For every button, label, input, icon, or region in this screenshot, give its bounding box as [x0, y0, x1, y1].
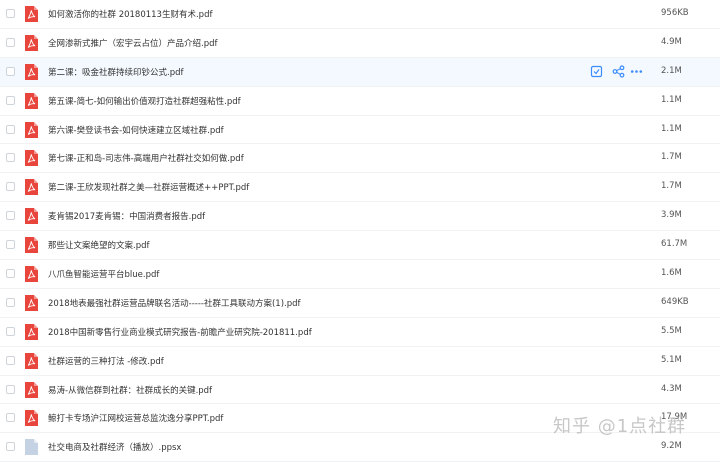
file-name[interactable]: 鲸打卡专场沪江网校运营总监沈逸分享PPT.pdf	[48, 412, 223, 424]
share-icon[interactable]	[612, 65, 625, 78]
row-checkbox[interactable]	[6, 269, 15, 279]
pdf-file-icon	[25, 266, 38, 283]
document-file-icon	[25, 439, 38, 456]
row-checkbox[interactable]	[6, 297, 15, 307]
file-row[interactable]: 那些让文案绝望的文案.pdf 61.7M	[0, 231, 720, 261]
file-row[interactable]: 第七课-正和岛-司志伟-高端用户社群社交如何做.pdf 1.7M	[0, 144, 720, 174]
file-size: 1.1M	[661, 123, 682, 134]
row-checkbox[interactable]	[6, 355, 15, 365]
file-name[interactable]: 社群运营的三种打法 -修改.pdf	[48, 355, 164, 367]
pdf-file-icon	[25, 34, 38, 51]
file-name[interactable]: 2018中国新零售行业商业模式研究报告-前瞻产业研究院-201811.pdf	[48, 326, 312, 338]
save-icon[interactable]	[590, 65, 603, 78]
file-size: 1.7M	[661, 152, 682, 163]
file-size: 1.7M	[661, 181, 682, 192]
file-size: 1.6M	[661, 268, 682, 279]
row-checkbox[interactable]	[6, 182, 15, 192]
row-checkbox[interactable]	[6, 413, 15, 423]
pdf-file-icon	[25, 63, 38, 80]
row-actions	[588, 65, 648, 79]
file-row[interactable]: 第二课-王欣发现社群之美—社群运营概述++PPT.pdf 1.7M	[0, 173, 720, 203]
file-row[interactable]: 第六课-樊登读书会-如何快速建立区域社群.pdf 1.1M	[0, 116, 720, 145]
file-name[interactable]: 麦肯锡2017麦肯锡：中国消费者报告.pdf	[48, 210, 205, 222]
row-checkbox[interactable]	[6, 9, 15, 18]
file-name[interactable]: 社交电商及社群经济（播放）.ppsx	[48, 441, 181, 453]
pdf-file-icon	[25, 208, 38, 225]
file-name[interactable]: 第二课：吸金社群持续印钞公式.pdf	[48, 66, 184, 78]
file-name[interactable]: 2018地表最强社群运营品牌联名活动-----社群工具联动方案(1).pdf	[48, 297, 301, 309]
file-row[interactable]: 全网渗新式推广（宏宇云占位）产品介绍.pdf 4.9M	[0, 29, 720, 58]
file-size: 61.7M	[661, 239, 688, 250]
file-name[interactable]: 第二课-王欣发现社群之美—社群运营概述++PPT.pdf	[48, 181, 249, 193]
row-checkbox[interactable]	[6, 211, 15, 221]
file-size: 649KB	[661, 296, 689, 307]
pdf-file-icon	[25, 92, 38, 109]
file-size: 2.1M	[661, 65, 682, 76]
file-size: 956KB	[661, 8, 689, 18]
file-row[interactable]: 如何激活你的社群 20180113生财有术.pdf 956KB	[0, 0, 720, 29]
file-size: 4.9M	[661, 36, 682, 47]
file-size: 9.2M	[661, 441, 682, 452]
file-size: 3.9M	[661, 210, 682, 221]
file-row[interactable]: 易涛-从微信群到社群：社群成长的关键.pdf 4.3M	[0, 376, 720, 405]
file-name[interactable]: 第六课-樊登读书会-如何快速建立区域社群.pdf	[48, 124, 224, 136]
file-name[interactable]: 易涛-从微信群到社群：社群成长的关键.pdf	[48, 384, 212, 396]
more-icon[interactable]	[630, 65, 643, 78]
file-name[interactable]: 八爪鱼智能运营平台blue.pdf	[48, 268, 159, 280]
file-size: 4.3M	[661, 383, 682, 394]
row-checkbox[interactable]	[6, 326, 15, 336]
file-size: 5.1M	[661, 354, 682, 365]
row-checkbox[interactable]	[6, 384, 15, 394]
pdf-file-icon	[25, 237, 38, 254]
row-checkbox[interactable]	[6, 124, 15, 134]
file-row[interactable]: 2018中国新零售行业商业模式研究报告-前瞻产业研究院-201811.pdf 5…	[0, 318, 720, 347]
file-row[interactable]: 2018地表最强社群运营品牌联名活动-----社群工具联动方案(1).pdf 6…	[0, 289, 720, 318]
file-row[interactable]: 第二课：吸金社群持续印钞公式.pdf 2.1M	[0, 57, 720, 87]
row-checkbox[interactable]	[6, 240, 15, 250]
pdf-file-icon	[25, 381, 38, 398]
watermark: 知乎 @1点社群	[553, 416, 687, 437]
file-name[interactable]: 如何激活你的社群 20180113生财有术.pdf	[48, 8, 212, 20]
row-checkbox[interactable]	[6, 95, 15, 105]
file-name[interactable]: 第七课-正和岛-司志伟-高端用户社群社交如何做.pdf	[48, 152, 244, 164]
row-checkbox[interactable]	[6, 66, 15, 76]
file-name[interactable]: 第五课-简七-如何输出价值观打造社群超强粘性.pdf	[48, 95, 241, 107]
file-row[interactable]: 八爪鱼智能运营平台blue.pdf 1.6M	[0, 260, 720, 289]
pdf-file-icon	[25, 150, 38, 167]
pdf-file-icon	[25, 294, 38, 311]
file-list: 如何激活你的社群 20180113生财有术.pdf 956KB 全网渗新式推广（…	[0, 0, 720, 462]
pdf-file-icon	[25, 6, 38, 22]
pdf-file-icon	[25, 410, 38, 427]
file-size: 1.1M	[661, 94, 682, 105]
file-row[interactable]: 第五课-简七-如何输出价值观打造社群超强粘性.pdf 1.1M	[0, 87, 720, 116]
row-checkbox[interactable]	[6, 37, 15, 47]
pdf-file-icon	[25, 179, 38, 196]
pdf-file-icon	[25, 323, 38, 340]
row-checkbox[interactable]	[6, 153, 15, 163]
file-size: 5.5M	[661, 325, 682, 336]
pdf-file-icon	[25, 352, 38, 369]
file-row[interactable]: 麦肯锡2017麦肯锡：中国消费者报告.pdf 3.9M	[0, 202, 720, 232]
row-checkbox[interactable]	[6, 442, 15, 452]
file-name[interactable]: 那些让文案绝望的文案.pdf	[48, 239, 150, 251]
file-row[interactable]: 社群运营的三种打法 -修改.pdf 5.1M	[0, 347, 720, 376]
file-name[interactable]: 全网渗新式推广（宏宇云占位）产品介绍.pdf	[48, 37, 218, 49]
pdf-file-icon	[25, 121, 38, 138]
